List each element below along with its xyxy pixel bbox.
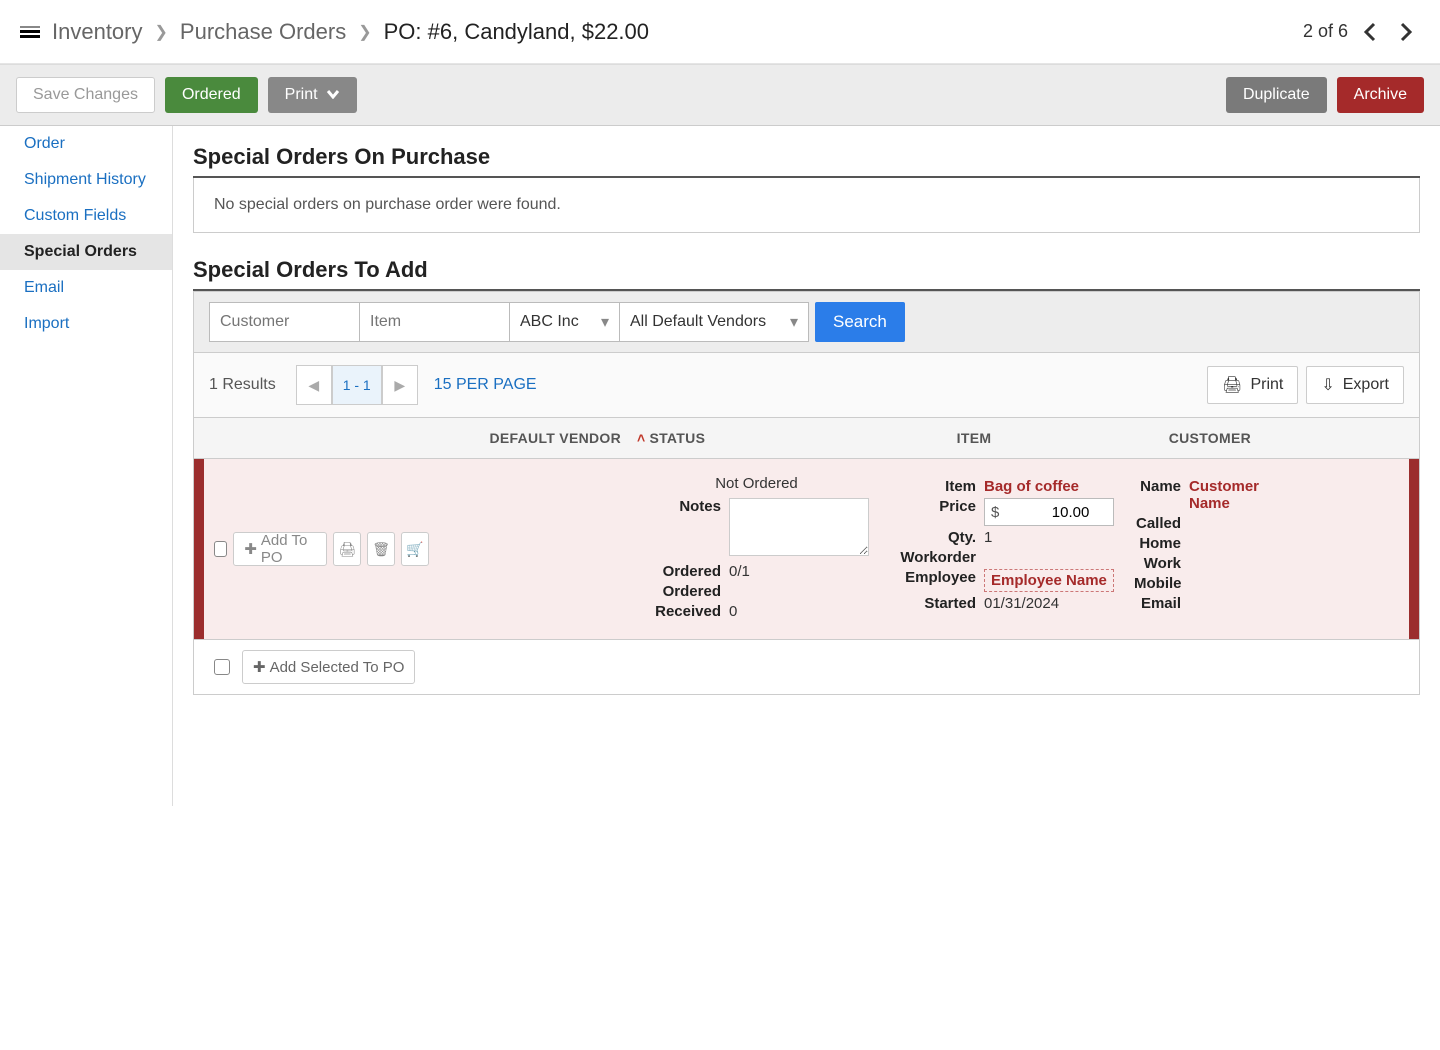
page-prev-button[interactable]: ◀ bbox=[296, 365, 332, 405]
per-page-link[interactable]: 15 PER PAGE bbox=[434, 376, 537, 394]
page-range: 1 - 1 bbox=[332, 365, 382, 405]
ordered-fraction: 0/1 bbox=[729, 563, 874, 580]
status-state: Not Ordered bbox=[639, 475, 874, 492]
sidebar-item-custom-fields[interactable]: Custom Fields bbox=[0, 198, 172, 234]
print-label: Print bbox=[285, 86, 318, 104]
chevron-down-icon bbox=[326, 86, 340, 104]
select-all-checkbox[interactable] bbox=[214, 659, 230, 675]
results-count: 1 Results bbox=[209, 376, 276, 394]
section-title-on-purchase: Special Orders On Purchase bbox=[193, 144, 1420, 170]
customer-name-link[interactable]: Customer Name bbox=[1189, 478, 1289, 512]
price-input[interactable] bbox=[1005, 504, 1095, 521]
col-default-vendor[interactable]: DEFAULT VENDOR bbox=[439, 426, 629, 450]
received-value: 0 bbox=[729, 603, 874, 620]
col-item[interactable]: ITEM bbox=[859, 426, 1089, 450]
started-value: 01/31/2024 bbox=[984, 595, 1114, 612]
item-filter-input[interactable] bbox=[359, 302, 509, 342]
sidebar-item-special-orders[interactable]: Special Orders bbox=[0, 234, 172, 270]
notes-textarea[interactable] bbox=[729, 498, 869, 556]
record-pager-text: 2 of 6 bbox=[1303, 21, 1348, 42]
pager-bar: 1 Results ◀ 1 - 1 ▶ 15 PER PAGE 🖨 Print … bbox=[193, 353, 1420, 418]
item-link[interactable]: Bag of coffee bbox=[984, 478, 1114, 495]
plus-icon: ✚ bbox=[244, 540, 257, 558]
sidebar-item-order[interactable]: Order bbox=[0, 126, 172, 162]
print-list-button[interactable]: 🖨 Print bbox=[1207, 366, 1298, 404]
sort-asc-icon: ˄ bbox=[637, 430, 645, 446]
filter-bar: ABC Inc ▾ All Default Vendors ▾ Search bbox=[193, 291, 1420, 353]
col-status[interactable]: ˄STATUS bbox=[629, 426, 859, 450]
col-customer[interactable]: CUSTOMER bbox=[1089, 426, 1259, 450]
caret-down-icon: ▾ bbox=[790, 312, 798, 332]
export-list-button[interactable]: ⇩ Export bbox=[1306, 366, 1404, 404]
print-icon: 🖨 bbox=[338, 541, 356, 558]
ordered-button[interactable]: Ordered bbox=[165, 77, 258, 113]
qty-value: 1 bbox=[984, 529, 1114, 546]
currency-symbol: $ bbox=[985, 504, 1005, 521]
empty-state-message: No special orders on purchase order were… bbox=[193, 178, 1420, 233]
trash-icon: 🗑 bbox=[372, 541, 390, 558]
table-footer: ✚ Add Selected To PO bbox=[193, 640, 1420, 695]
sidebar-item-email[interactable]: Email bbox=[0, 270, 172, 306]
save-changes-button: Save Changes bbox=[16, 77, 155, 113]
price-input-wrap: $ bbox=[984, 498, 1114, 526]
customer-filter-input[interactable] bbox=[209, 302, 359, 342]
breadcrumb-current: PO: #6, Candyland, $22.00 bbox=[384, 19, 649, 45]
sidebar: Order Shipment History Custom Fields Spe… bbox=[0, 126, 173, 806]
next-record-button[interactable] bbox=[1392, 18, 1420, 46]
workorder-value bbox=[984, 549, 1114, 566]
plus-icon: ✚ bbox=[253, 658, 266, 676]
export-icon: ⇩ bbox=[1321, 375, 1334, 395]
action-bar: Save Changes Ordered Print Duplicate Arc… bbox=[0, 64, 1440, 126]
employee-link[interactable]: Employee Name bbox=[984, 569, 1114, 592]
breadcrumb-bar: Inventory ❯ Purchase Orders ❯ PO: #6, Ca… bbox=[0, 0, 1440, 64]
page-next-button[interactable]: ▶ bbox=[382, 365, 418, 405]
cart-icon: 🛒 bbox=[406, 541, 423, 558]
export-label: Export bbox=[1343, 376, 1389, 394]
archive-button[interactable]: Archive bbox=[1337, 77, 1424, 113]
app-icon bbox=[20, 24, 40, 40]
vendor-select-value: ABC Inc bbox=[520, 313, 579, 331]
breadcrumb-purchase-orders[interactable]: Purchase Orders bbox=[180, 19, 346, 45]
row-checkbox[interactable] bbox=[214, 541, 227, 557]
sidebar-item-import[interactable]: Import bbox=[0, 306, 172, 342]
default-vendor-select[interactable]: All Default Vendors ▾ bbox=[619, 302, 809, 342]
row-delete-button[interactable]: 🗑 bbox=[367, 532, 395, 566]
default-vendor-select-value: All Default Vendors bbox=[630, 313, 766, 331]
ordered-value bbox=[729, 583, 874, 600]
print-dropdown[interactable]: Print bbox=[268, 77, 357, 113]
breadcrumb-inventory[interactable]: Inventory bbox=[52, 19, 143, 45]
print-label: Print bbox=[1250, 376, 1283, 394]
chevron-right-icon: ❯ bbox=[358, 22, 371, 42]
caret-down-icon: ▾ bbox=[601, 312, 609, 332]
print-icon: 🖨 bbox=[1222, 375, 1242, 395]
section-title-to-add: Special Orders To Add bbox=[193, 257, 1420, 283]
table-row: ✚ Add To PO 🖨 🗑 🛒 Not Ordered Notes Orde… bbox=[193, 459, 1420, 640]
chevron-right-icon: ❯ bbox=[155, 22, 168, 42]
add-to-po-button[interactable]: ✚ Add To PO bbox=[233, 532, 327, 566]
duplicate-button[interactable]: Duplicate bbox=[1226, 77, 1327, 113]
prev-record-button[interactable] bbox=[1356, 18, 1384, 46]
row-cart-button[interactable]: 🛒 bbox=[401, 532, 429, 566]
row-print-button[interactable]: 🖨 bbox=[333, 532, 361, 566]
add-selected-to-po-button[interactable]: ✚ Add Selected To PO bbox=[242, 650, 415, 684]
table-header: DEFAULT VENDOR ˄STATUS ITEM CUSTOMER bbox=[193, 418, 1420, 459]
sidebar-item-shipment-history[interactable]: Shipment History bbox=[0, 162, 172, 198]
vendor-select[interactable]: ABC Inc ▾ bbox=[509, 302, 619, 342]
search-button[interactable]: Search bbox=[815, 302, 905, 342]
